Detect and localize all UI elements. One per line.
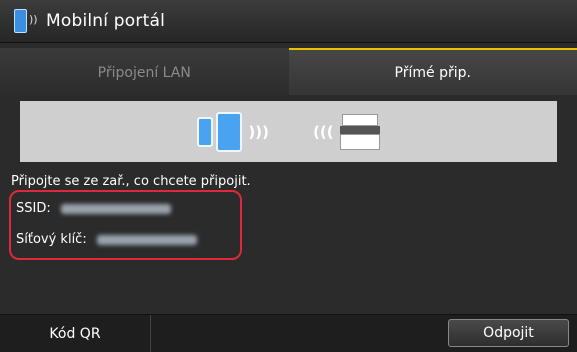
mobile-portal-icon: )) — [14, 8, 40, 34]
qr-code-button[interactable]: Kód QR — [0, 315, 151, 352]
connection-instruction: Připojte se ze zař., co chcete připojit. — [11, 174, 251, 189]
printer-icon — [340, 114, 380, 150]
bottom-bar: Kód QR Odpojit — [0, 314, 577, 352]
wireless-signal-icon: ))) — [248, 123, 269, 141]
wireless-signal-icon: ((( — [313, 123, 334, 141]
highlight-frame — [9, 190, 242, 260]
tab-direct-connection[interactable]: Přímé přip. — [289, 48, 577, 95]
page-title: Mobilní portál — [46, 11, 165, 31]
disconnect-button[interactable]: Odpojit — [448, 319, 569, 347]
title-bar: )) Mobilní portál — [0, 0, 577, 43]
tab-lan-connection[interactable]: Připojení LAN — [0, 48, 289, 95]
connection-illustration: ))) ((( — [20, 101, 557, 162]
tab-bar: Připojení LAN Přímé přip. — [0, 48, 577, 95]
tablet-icon — [216, 112, 242, 152]
smartphone-icon — [197, 117, 213, 147]
